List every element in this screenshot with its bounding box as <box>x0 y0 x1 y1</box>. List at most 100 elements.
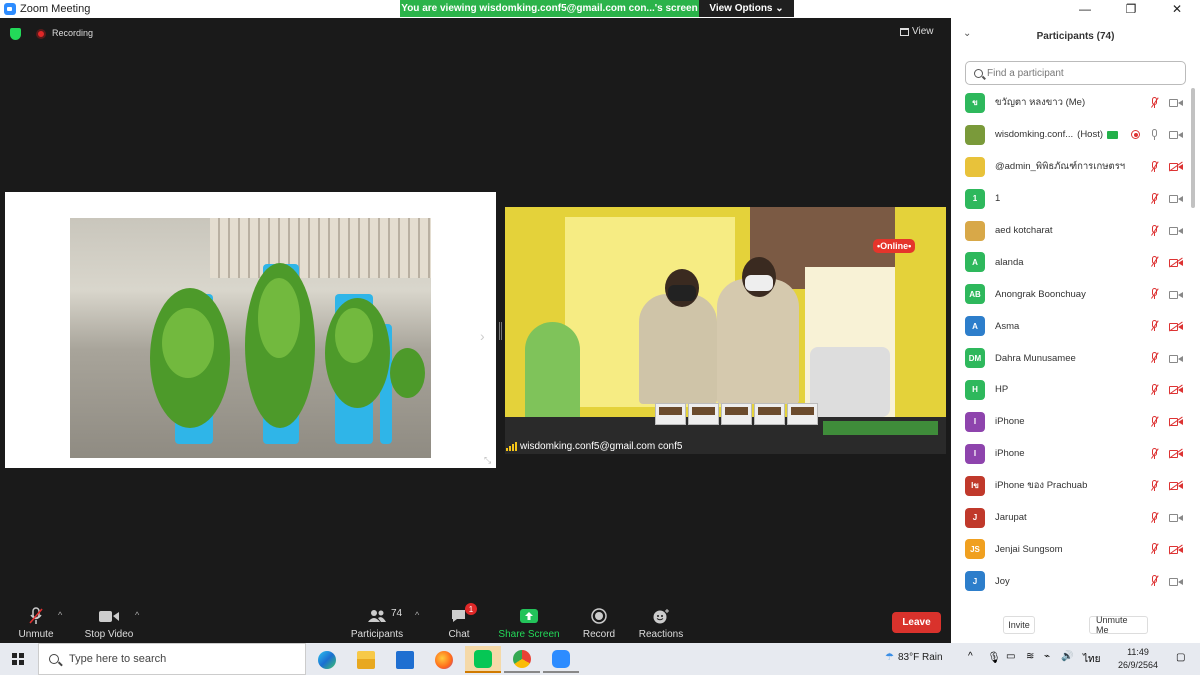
microphone-muted-icon[interactable] <box>1150 320 1159 332</box>
maximize-button[interactable]: ❐ <box>1108 0 1154 18</box>
participant-row[interactable]: AB Anongrak Boonchuay <box>951 278 1200 310</box>
participant-list-scrollbar[interactable] <box>1191 88 1195 208</box>
microphone-muted-icon[interactable] <box>1150 383 1159 396</box>
participant-row[interactable]: Aalanda <box>951 246 1200 278</box>
participant-row[interactable]: JS Jenjai Sungsom <box>951 533 1200 565</box>
chat-button[interactable]: 1 Chat <box>446 603 477 642</box>
network-icon[interactable]: ⌁ <box>1044 651 1050 662</box>
view-options-button[interactable]: View Options ⌄ <box>699 0 794 17</box>
participant-row[interactable]: Iข iPhone ของ Prachuab <box>951 470 1200 502</box>
firefox-icon[interactable] <box>426 646 462 673</box>
video-camera-icon[interactable] <box>1169 130 1183 140</box>
participant-name: @admin_พิพิธภัณฑ์การเกษตรฯ <box>995 159 1125 174</box>
participants-caret-icon[interactable]: ^ <box>415 610 419 620</box>
wifi-icon[interactable]: ≋ <box>1026 651 1034 662</box>
video-camera-icon[interactable] <box>1169 577 1183 586</box>
microphone-muted-icon[interactable] <box>1150 192 1159 205</box>
online-sign: •Online• <box>873 239 916 253</box>
microphone-muted-icon[interactable] <box>1150 511 1159 524</box>
unmute-me-button[interactable]: Unmute Me <box>1089 615 1148 635</box>
participant-row[interactable]: A Asma <box>951 310 1200 342</box>
volume-icon[interactable]: 🔊 <box>1061 651 1073 662</box>
participant-row[interactable]: J Joy <box>951 565 1200 597</box>
participant-row[interactable]: ข ขวัญตา หลงขาว (Me) <box>951 87 1200 119</box>
participant-list: ข ขวัญตา หลงขาว (Me) wisdomking.conf... (Ho… <box>951 87 1200 597</box>
windows-start-icon[interactable] <box>12 653 24 665</box>
video-camera-icon[interactable] <box>1169 226 1183 235</box>
microphone-muted-icon[interactable] <box>1150 447 1159 460</box>
reactions-button[interactable]: Reactions <box>639 606 683 642</box>
participant-name: alanda <box>995 257 1024 268</box>
view-button[interactable]: View <box>900 26 934 37</box>
participant-row[interactable]: @admin_พิพิธภัณฑ์การเกษตรฯ <box>951 151 1200 183</box>
split-divider-handle[interactable] <box>499 322 502 340</box>
video-camera-icon[interactable] <box>1169 290 1183 299</box>
participant-row[interactable]: 11 <box>951 183 1200 215</box>
participant-row[interactable]: J Jarupat <box>951 502 1200 534</box>
microphone-icon[interactable] <box>1150 128 1159 141</box>
participants-button[interactable]: 74 Participants <box>351 606 403 642</box>
video-off-icon[interactable] <box>1169 449 1183 459</box>
unmute-button[interactable]: Unmute <box>17 606 55 642</box>
video-options-caret-icon[interactable]: ^ <box>135 610 139 620</box>
microphone-muted-icon[interactable] <box>1150 224 1159 237</box>
microphone-muted-icon[interactable] <box>1150 160 1159 173</box>
share-screen-button[interactable]: Share Screen <box>498 606 560 642</box>
participant-row[interactable]: H HP <box>951 374 1200 406</box>
video-off-icon[interactable] <box>1169 162 1183 172</box>
participant-name-text: Joy <box>995 575 1010 587</box>
mail-icon[interactable] <box>387 646 423 673</box>
notifications-icon[interactable]: ▢ <box>1176 652 1185 663</box>
encryption-shield-icon[interactable] <box>10 28 21 40</box>
participant-row[interactable]: IiPhone <box>951 406 1200 438</box>
plant-foliage <box>258 278 300 358</box>
zoom-icon[interactable] <box>543 646 579 673</box>
battery-icon[interactable]: ▭ <box>1006 651 1015 662</box>
participant-row[interactable]: aed kotcharat <box>951 215 1200 247</box>
video-off-icon[interactable] <box>1169 545 1183 554</box>
invite-button[interactable]: Invite <box>1003 616 1035 634</box>
edge-icon[interactable] <box>309 646 345 673</box>
video-off-icon[interactable] <box>1169 481 1183 491</box>
record-button[interactable]: Record <box>582 606 616 642</box>
close-button[interactable]: ✕ <box>1154 0 1200 18</box>
video-camera-icon[interactable] <box>1169 513 1183 523</box>
video-camera-icon[interactable] <box>1169 98 1183 108</box>
line-icon[interactable] <box>465 646 501 673</box>
participant-row[interactable]: DM Dahra Munusamee <box>951 342 1200 374</box>
microphone-muted-icon[interactable] <box>1150 479 1159 492</box>
taskbar-clock[interactable]: 11:49 26/9/2564 <box>1108 646 1168 672</box>
video-off-icon[interactable] <box>1169 385 1183 395</box>
window-title: Zoom Meeting <box>20 3 91 15</box>
file-explorer-icon[interactable] <box>348 646 384 673</box>
recording-label: Recording <box>52 28 94 38</box>
minimize-button[interactable]: — <box>1062 0 1108 18</box>
participant-search-input[interactable]: Find a participant <box>965 61 1186 85</box>
participant-row[interactable]: IiPhone <box>951 438 1200 470</box>
microphone-muted-icon[interactable] <box>1150 543 1159 555</box>
video-off-icon[interactable] <box>1169 417 1183 427</box>
microphone-muted-icon[interactable] <box>1150 575 1159 587</box>
weather-widget[interactable]: ☂ 83°F Rain <box>885 652 943 663</box>
video-off-icon[interactable] <box>1169 258 1183 267</box>
stop-video-button[interactable]: Stop Video <box>83 606 135 642</box>
resize-handle-icon[interactable]: ⤡ <box>484 455 491 466</box>
show-hidden-icons-icon[interactable]: ^ <box>968 651 973 662</box>
video-camera-icon[interactable] <box>1169 194 1183 204</box>
participant-row[interactable]: wisdomking.conf... (Host) <box>951 119 1200 151</box>
audio-options-caret-icon[interactable]: ^ <box>58 610 62 620</box>
participant-name-text: Dahra Munusamee <box>995 352 1076 364</box>
microphone-muted-icon[interactable] <box>1150 288 1159 300</box>
microphone-muted-icon[interactable] <box>1150 96 1159 109</box>
microphone-muted-icon[interactable] <box>1150 352 1159 364</box>
next-page-arrow-icon[interactable]: › <box>480 328 485 344</box>
microphone-muted-icon[interactable] <box>1150 415 1159 428</box>
input-language[interactable]: ไทย <box>1083 652 1100 667</box>
video-off-icon[interactable] <box>1169 322 1183 331</box>
microphone-muted-icon[interactable] <box>1150 256 1159 268</box>
video-camera-icon[interactable] <box>1169 354 1183 363</box>
chrome-icon[interactable] <box>504 646 540 673</box>
leave-button[interactable]: Leave <box>892 612 941 633</box>
microphone-tray-icon[interactable]: 🎙 <box>987 651 1001 664</box>
taskbar-search-box[interactable]: Type here to search <box>38 643 306 675</box>
